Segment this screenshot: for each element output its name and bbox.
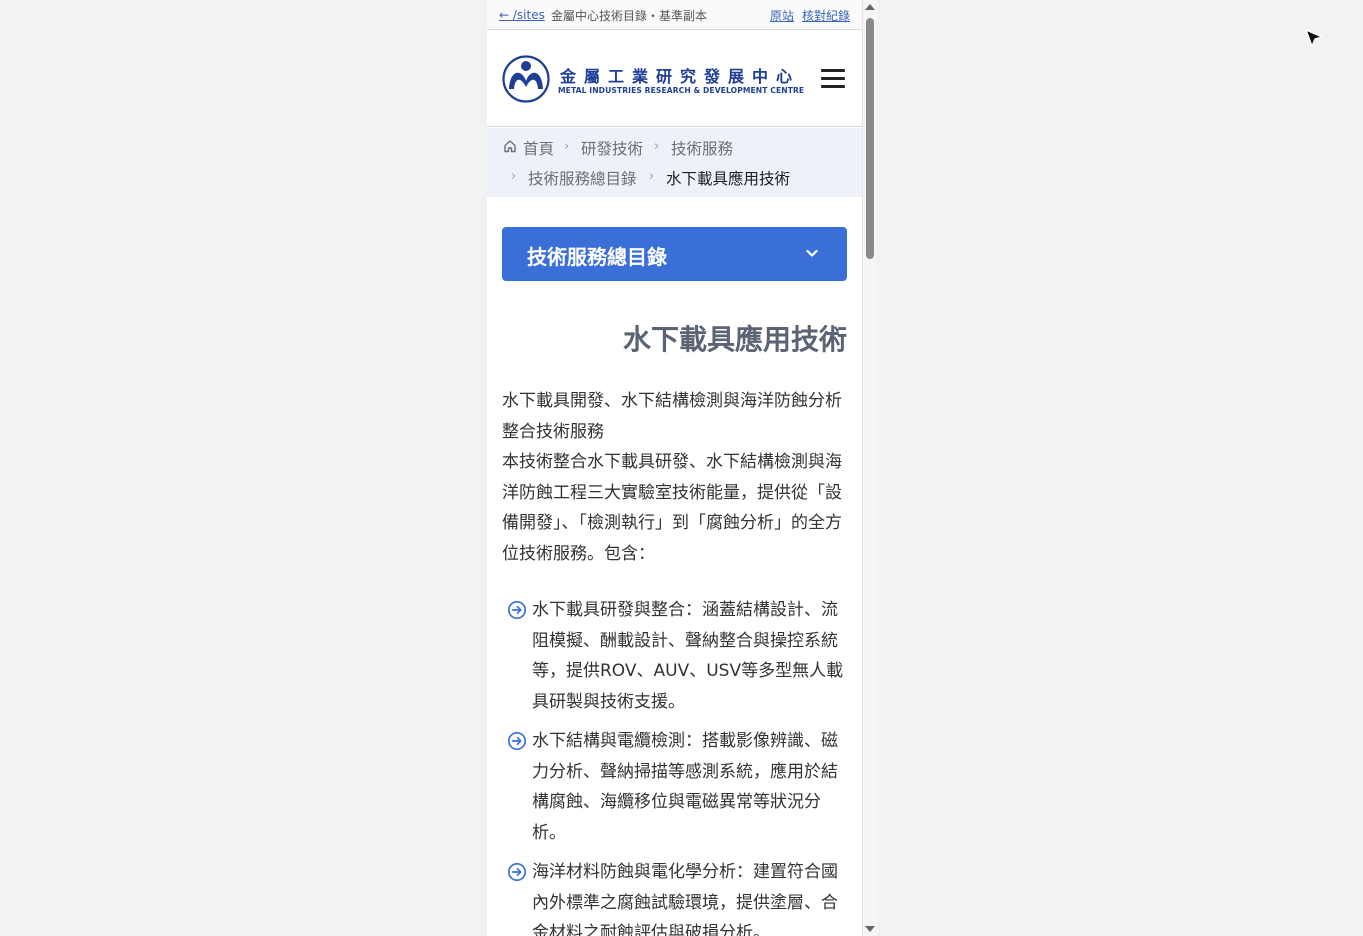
logo-chinese-name: 金屬工業研究發展中心 xyxy=(560,67,801,86)
topbar-title: 金屬中心技術目錄・基準副本 xyxy=(551,9,708,23)
circle-arrow-right-icon xyxy=(507,600,527,620)
original-site-link[interactable]: 原站 xyxy=(770,7,794,24)
breadcrumb-rd-tech[interactable]: 研發技術 xyxy=(581,137,643,159)
list-item-text: 水下載具研發與整合：涵蓋結構設計、流阻模擬、酬載設計、聲納整合與操控系統等，提供… xyxy=(532,600,844,712)
logo-english-name: METAL INDUSTRIES RESEARCH & DEVELOPMENT … xyxy=(558,86,805,95)
vertical-scrollbar[interactable] xyxy=(862,0,877,936)
dropdown-label: 技術服務總目錄 xyxy=(527,245,667,269)
chevron-right-icon: › xyxy=(654,139,660,154)
breadcrumb: 首頁 › 研發技術 › 技術服務 › 技術服務總目錄 › 水下載具應用技術 xyxy=(487,128,862,197)
intro-description: 本技術整合水下載具研發、水下結構檢測與海洋防蝕工程三大實驗室技術能量，提供從「設… xyxy=(502,452,842,564)
back-to-sites-link[interactable]: ← /sites xyxy=(499,8,545,22)
mirdc-logo-icon[interactable] xyxy=(502,55,550,103)
scrollbar-thumb[interactable] xyxy=(866,18,874,259)
list-item: 水下載具研發與整合：涵蓋結構設計、流阻模擬、酬載設計、聲納整合與操控系統等，提供… xyxy=(502,595,848,717)
circle-arrow-right-icon xyxy=(507,731,527,751)
chevron-right-icon: › xyxy=(511,169,517,184)
site-topbar: ← /sites 金屬中心技術目錄・基準副本 原站 核對紀錄 xyxy=(487,0,862,30)
list-item: 海洋材料防蝕與電化學分析：建置符合國內外標準之腐蝕試驗環境，提供塗層、合金材料之… xyxy=(502,857,848,936)
intro-text: 水下載具開發、水下結構檢測與海洋防蝕分析整合技術服務 本技術整合水下載具研發、水… xyxy=(502,386,848,569)
list-item: 水下結構與電纜檢測：搭載影像辨識、磁力分析、聲納掃描等感測系統，應用於結構腐蝕、… xyxy=(502,726,848,848)
chevron-down-icon xyxy=(806,249,818,257)
list-item-text: 水下結構與電纜檢測：搭載影像辨識、磁力分析、聲納掃描等感測系統，應用於結構腐蝕、… xyxy=(532,731,838,843)
site-header: 金屬工業研究發展中心 METAL INDUSTRIES RESEARCH & D… xyxy=(487,31,862,127)
page-title: 水下載具應用技術 xyxy=(622,323,847,356)
chevron-right-icon: › xyxy=(564,139,570,154)
scroll-down-arrow-icon[interactable] xyxy=(865,926,875,932)
breadcrumb-home[interactable]: 首頁 xyxy=(523,137,554,159)
service-list: 水下載具研發與整合：涵蓋結構設計、流阻模擬、酬載設計、聲納整合與操控系統等，提供… xyxy=(502,595,848,936)
verification-log-link[interactable]: 核對紀錄 xyxy=(802,7,850,24)
mouse-cursor-icon xyxy=(1305,29,1323,47)
catalog-dropdown-button[interactable]: 技術服務總目錄 xyxy=(502,227,847,281)
breadcrumb-current: 水下載具應用技術 xyxy=(666,170,791,188)
scroll-up-arrow-icon[interactable] xyxy=(865,4,875,10)
intro-subtitle: 水下載具開發、水下結構檢測與海洋防蝕分析整合技術服務 xyxy=(502,391,842,442)
hamburger-menu-icon[interactable] xyxy=(821,67,847,89)
list-item-text: 海洋材料防蝕與電化學分析：建置符合國內外標準之腐蝕試驗環境，提供塗層、合金材料之… xyxy=(532,862,838,936)
breadcrumb-tech-services[interactable]: 技術服務 xyxy=(671,137,733,159)
browser-viewport: ← /sites 金屬中心技術目錄・基準副本 原站 核對紀錄 金屬工業研究發展中… xyxy=(487,0,877,936)
home-icon xyxy=(504,140,516,153)
chevron-right-icon: › xyxy=(649,169,655,184)
circle-arrow-right-icon xyxy=(507,862,527,882)
breadcrumb-service-catalog[interactable]: 技術服務總目錄 xyxy=(528,167,637,189)
